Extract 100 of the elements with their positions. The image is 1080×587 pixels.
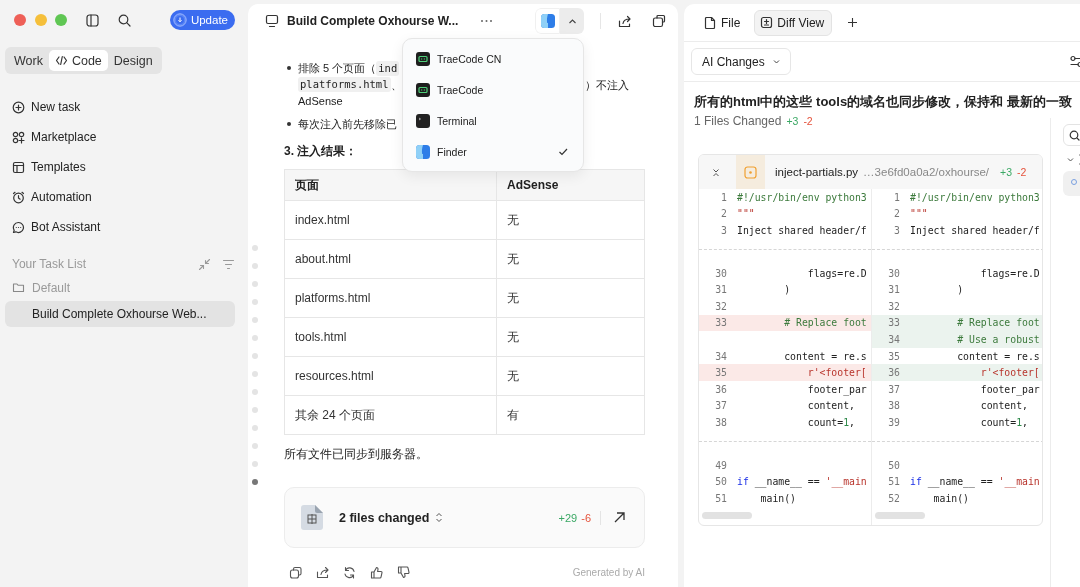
- menu-item[interactable]: Finder: [403, 136, 583, 167]
- table-cell: 无: [496, 356, 645, 396]
- panel-tab[interactable]: File: [698, 9, 749, 36]
- table-cell: 无: [496, 239, 645, 279]
- new-window-icon[interactable]: [652, 14, 666, 28]
- plus-icon[interactable]: [847, 17, 859, 28]
- line-number: 39: [887, 416, 900, 428]
- timeline-dot[interactable]: [252, 371, 258, 377]
- timeline-dot[interactable]: [252, 425, 258, 431]
- thumbs-up-icon[interactable]: [370, 566, 383, 579]
- nav-item[interactable]: Marketplace: [5, 122, 235, 152]
- chevron-down-icon[interactable]: [1067, 157, 1074, 162]
- generated-note: Generated by AI: [572, 567, 645, 578]
- code-line: content = re.s: [956, 350, 1040, 362]
- timeline-dot[interactable]: [252, 353, 258, 359]
- table-cell: 无: [496, 200, 645, 240]
- sort-icon[interactable]: [435, 512, 444, 523]
- close-button[interactable]: [14, 14, 26, 26]
- line-number: 33: [714, 317, 727, 329]
- diff-icon: [760, 16, 774, 29]
- file-icon: [704, 16, 717, 29]
- share-icon[interactable]: [618, 14, 632, 28]
- terminal-app-icon: [416, 82, 430, 97]
- line-number: 50: [887, 459, 900, 471]
- timeline-dot[interactable]: [252, 443, 258, 449]
- minimize-button[interactable]: [34, 14, 47, 26]
- filter-icon[interactable]: [222, 257, 235, 271]
- copy-icon[interactable]: [289, 566, 302, 579]
- changes-card[interactable]: 2 files changed +29 -6: [284, 487, 645, 548]
- scrollbar-thumb[interactable]: [875, 511, 925, 519]
- tree-item[interactable]: [1063, 171, 1080, 196]
- nav-item[interactable]: Bot Assistant: [5, 212, 235, 242]
- timeline-dot[interactable]: [252, 461, 258, 467]
- table-cell: 无: [496, 317, 645, 357]
- line-number: 2: [893, 208, 900, 220]
- files-changed-label: 1 Files Changed: [694, 113, 782, 129]
- share-icon[interactable]: [316, 566, 329, 579]
- nav-item[interactable]: Automation: [5, 182, 235, 212]
- code-line: main(): [932, 492, 969, 504]
- nav-item[interactable]: New task: [5, 92, 235, 122]
- line-number: 32: [887, 300, 900, 312]
- menu-item[interactable]: TraeCode: [403, 74, 583, 105]
- timeline-dot[interactable]: [252, 281, 258, 287]
- menu-item[interactable]: TraeCode CN: [403, 43, 583, 74]
- timeline-dot[interactable]: [252, 263, 258, 269]
- open-arrow-icon[interactable]: [613, 511, 626, 524]
- code-line: content,: [806, 400, 855, 412]
- line-number: 31: [714, 284, 727, 296]
- code-line: count=1,: [806, 416, 855, 428]
- line-number: 37: [887, 383, 900, 395]
- checkmark-icon: [558, 147, 568, 156]
- update-button[interactable]: Update: [169, 10, 235, 30]
- menu-item[interactable]: Terminal: [403, 105, 583, 136]
- app-button[interactable]: [535, 8, 560, 34]
- table-cell: 有: [496, 395, 645, 435]
- zoom-button[interactable]: [55, 14, 67, 26]
- mode-tab[interactable]: Code: [48, 50, 108, 71]
- code-line: """: [910, 208, 928, 220]
- grid-icon: [12, 130, 25, 144]
- mode-tab[interactable]: Work: [8, 50, 49, 71]
- code-line: r'<footer[: [979, 367, 1040, 379]
- bullet-text: 排除 5 个页面（: [298, 61, 377, 76]
- removed-count: -6: [581, 511, 591, 524]
- code-line: ): [783, 284, 791, 296]
- code-line: footer_par: [806, 383, 867, 395]
- search-field[interactable]: [1063, 124, 1080, 146]
- line-number: 34: [887, 333, 900, 345]
- timeline-dot[interactable]: [252, 245, 258, 251]
- timeline-dot[interactable]: [252, 407, 258, 413]
- collapse-icon[interactable]: [712, 167, 720, 177]
- nav-item[interactable]: Templates: [5, 152, 235, 182]
- code-line: content,: [979, 400, 1028, 412]
- terminal-icon: [416, 113, 430, 128]
- sidebar-toggle-icon[interactable]: [85, 13, 99, 27]
- timeline-dot[interactable]: [252, 317, 258, 323]
- timeline-dot[interactable]: [252, 389, 258, 395]
- chat-bubble-icon: [12, 220, 25, 234]
- code-icon: [54, 54, 68, 67]
- line-number: 30: [714, 267, 727, 279]
- line-number: 37: [714, 400, 727, 412]
- timeline-dot[interactable]: [252, 479, 258, 485]
- search-icon[interactable]: [117, 13, 131, 27]
- table-cell: tools.html: [284, 317, 497, 357]
- refresh-icon[interactable]: [343, 566, 356, 579]
- changes-dropdown[interactable]: AI Changes: [691, 48, 791, 75]
- timeline-dot[interactable]: [252, 299, 258, 305]
- mode-tab[interactable]: Design: [107, 50, 159, 71]
- line-number: 35: [714, 367, 727, 379]
- thumbs-down-icon[interactable]: [397, 566, 410, 579]
- timeline-dot[interactable]: [252, 335, 258, 341]
- terminal-app-icon: [416, 51, 430, 66]
- panel-tab[interactable]: Diff View: [754, 9, 833, 36]
- task-item[interactable]: Build Complete Oxhourse Web...: [5, 301, 235, 327]
- scrollbar-thumb[interactable]: [702, 511, 752, 519]
- more-icon[interactable]: [480, 19, 494, 23]
- new-task-icon: [12, 100, 25, 114]
- line-number: 33: [887, 317, 900, 329]
- line-number: 1: [720, 191, 727, 203]
- change-title: 所有的html中的这些 tools的域名也同步修改，保持和 最新的一致: [694, 93, 1072, 111]
- settings-sliders-icon[interactable]: [1070, 55, 1080, 68]
